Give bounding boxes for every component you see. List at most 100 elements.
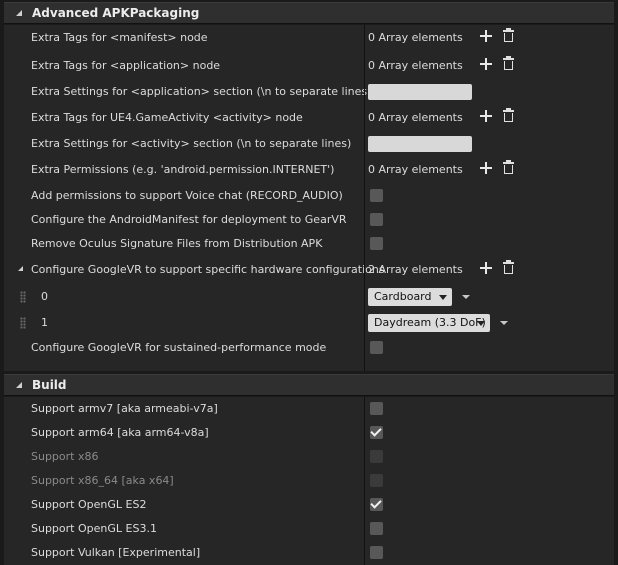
property-label: Remove Oculus Signature Files from Distr… <box>31 237 323 250</box>
section-title: Advanced APKPackaging <box>32 6 200 20</box>
build-panel: Support armv7 [aka armeabi-v7a] Support a… <box>4 397 614 565</box>
property-row-activity-settings: Extra Settings for <activity> section (\… <box>4 132 614 156</box>
column-divider <box>364 208 365 232</box>
googlevr-performance-checkbox[interactable] <box>370 341 383 354</box>
column-divider <box>364 311 365 337</box>
column-divider <box>364 26 365 50</box>
column-divider <box>364 132 365 156</box>
array-index: 1 <box>41 316 48 329</box>
array-count: 0 Array elements <box>368 111 463 124</box>
gearvr-checkbox[interactable] <box>370 213 383 226</box>
build-option-checkbox[interactable] <box>370 546 383 559</box>
column-divider <box>364 258 365 282</box>
column-divider <box>364 54 365 78</box>
element-options-arrow-icon[interactable] <box>500 321 508 325</box>
array-element-row: 0 Cardboard <box>4 285 614 311</box>
property-row-googlevr-hardware: Configure GoogleVR to support specific h… <box>4 258 614 282</box>
property-label: Support x86 <box>31 450 99 463</box>
array-count: 0 Array elements <box>368 163 463 176</box>
property-row-manifest-tags: Extra Tags for <manifest> node 0 Array e… <box>4 26 614 50</box>
dropdown-value: Cardboard <box>374 290 432 303</box>
column-divider <box>364 541 365 565</box>
column-divider <box>364 285 365 311</box>
property-label: Extra Permissions (e.g. 'android.permiss… <box>31 163 335 176</box>
property-row-build: Support x86_64 [aka x64] <box>4 469 614 493</box>
column-divider <box>364 445 365 469</box>
collapse-arrow-icon[interactable] <box>16 382 22 388</box>
property-row-gearvr: Configure the AndroidManifest for deploy… <box>4 208 614 232</box>
array-index: 0 <box>41 290 48 303</box>
column-divider <box>364 336 365 360</box>
section-title: Build <box>32 378 67 392</box>
trash-icon[interactable] <box>503 160 514 174</box>
property-row-oculus-signature: Remove Oculus Signature Files from Distr… <box>4 232 614 256</box>
column-divider <box>364 421 365 445</box>
voice-chat-checkbox[interactable] <box>370 189 383 202</box>
property-row-build: Support arm64 [aka arm64-v8a] <box>4 421 614 445</box>
trash-icon[interactable] <box>503 56 514 70</box>
property-label: Support armv7 [aka armeabi-v7a] <box>31 402 218 415</box>
build-option-checkbox <box>370 450 383 463</box>
array-element-row: 1 Daydream (3.3 DoF) <box>4 311 614 337</box>
column-divider <box>364 106 365 130</box>
property-row-activity-tags: Extra Tags for UE4.GameActivity <activit… <box>4 106 614 130</box>
column-divider <box>364 232 365 256</box>
property-label: Support arm64 [aka arm64-v8a] <box>31 426 209 439</box>
build-option-checkbox[interactable] <box>370 522 383 535</box>
property-row-build: Support x86 <box>4 445 614 469</box>
build-option-checkbox[interactable] <box>370 402 383 415</box>
column-divider <box>364 517 365 541</box>
collapse-arrow-icon[interactable] <box>16 10 22 16</box>
application-settings-input[interactable] <box>368 84 472 100</box>
trash-icon[interactable] <box>503 108 514 122</box>
apk-packaging-panel: Extra Tags for <manifest> node 0 Array e… <box>4 25 614 371</box>
build-option-checkbox[interactable] <box>370 426 383 439</box>
drag-handle-icon[interactable] <box>20 291 26 303</box>
trash-icon[interactable] <box>503 28 514 42</box>
property-row-application-tags: Extra Tags for <application> node 0 Arra… <box>4 54 614 78</box>
column-divider <box>364 80 365 104</box>
property-label: Support Vulkan [Experimental] <box>31 546 201 559</box>
element-options-arrow-icon[interactable] <box>462 295 470 299</box>
trash-icon[interactable] <box>503 260 514 274</box>
column-divider <box>364 397 365 421</box>
oculus-signature-checkbox[interactable] <box>370 237 383 250</box>
property-row-build: Support OpenGL ES2 <box>4 493 614 517</box>
column-divider <box>364 493 365 517</box>
property-label: Extra Settings for <application> section… <box>31 85 372 98</box>
property-row-build: Support armv7 [aka armeabi-v7a] <box>4 397 614 421</box>
array-count: 0 Array elements <box>368 59 463 72</box>
build-option-checkbox[interactable] <box>370 498 383 511</box>
property-label: Support x86_64 [aka x64] <box>31 474 174 487</box>
drag-handle-icon[interactable] <box>20 317 26 329</box>
property-row-build: Support OpenGL ES3.1 <box>4 517 614 541</box>
dropdown-arrow-icon <box>477 321 485 326</box>
property-label: Extra Tags for <application> node <box>31 59 221 72</box>
add-element-icon[interactable] <box>480 58 492 70</box>
section-header-apk-packaging[interactable]: Advanced APKPackaging <box>4 2 614 24</box>
hardware-config-dropdown[interactable]: Daydream (3.3 DoF) <box>368 314 490 332</box>
add-element-icon[interactable] <box>480 262 492 274</box>
property-label: Configure GoogleVR for sustained-perform… <box>31 341 327 354</box>
expand-arrow-icon[interactable] <box>18 266 23 271</box>
array-count: 0 Array elements <box>368 31 463 44</box>
property-label: Configure the AndroidManifest for deploy… <box>31 213 347 226</box>
property-row-application-settings: Extra Settings for <application> section… <box>4 80 614 104</box>
property-label: Extra Settings for <activity> section (\… <box>31 137 352 150</box>
add-element-icon[interactable] <box>480 162 492 174</box>
build-option-checkbox <box>370 474 383 487</box>
property-row-googlevr-performance: Configure GoogleVR for sustained-perform… <box>4 336 614 360</box>
property-label: Support OpenGL ES3.1 <box>31 522 157 535</box>
add-element-icon[interactable] <box>480 110 492 122</box>
section-header-build[interactable]: Build <box>4 374 614 396</box>
property-label: Extra Tags for UE4.GameActivity <activit… <box>31 111 303 124</box>
dropdown-value: Daydream (3.3 DoF) <box>374 316 486 329</box>
dropdown-arrow-icon <box>439 295 447 300</box>
column-divider <box>364 469 365 493</box>
activity-settings-input[interactable] <box>368 136 472 152</box>
property-row-permissions: Extra Permissions (e.g. 'android.permiss… <box>4 158 614 182</box>
property-row-voice-chat: Add permissions to support Voice chat (R… <box>4 184 614 208</box>
add-element-icon[interactable] <box>480 30 492 42</box>
property-label: Support OpenGL ES2 <box>31 498 147 511</box>
hardware-config-dropdown[interactable]: Cardboard <box>368 288 452 306</box>
